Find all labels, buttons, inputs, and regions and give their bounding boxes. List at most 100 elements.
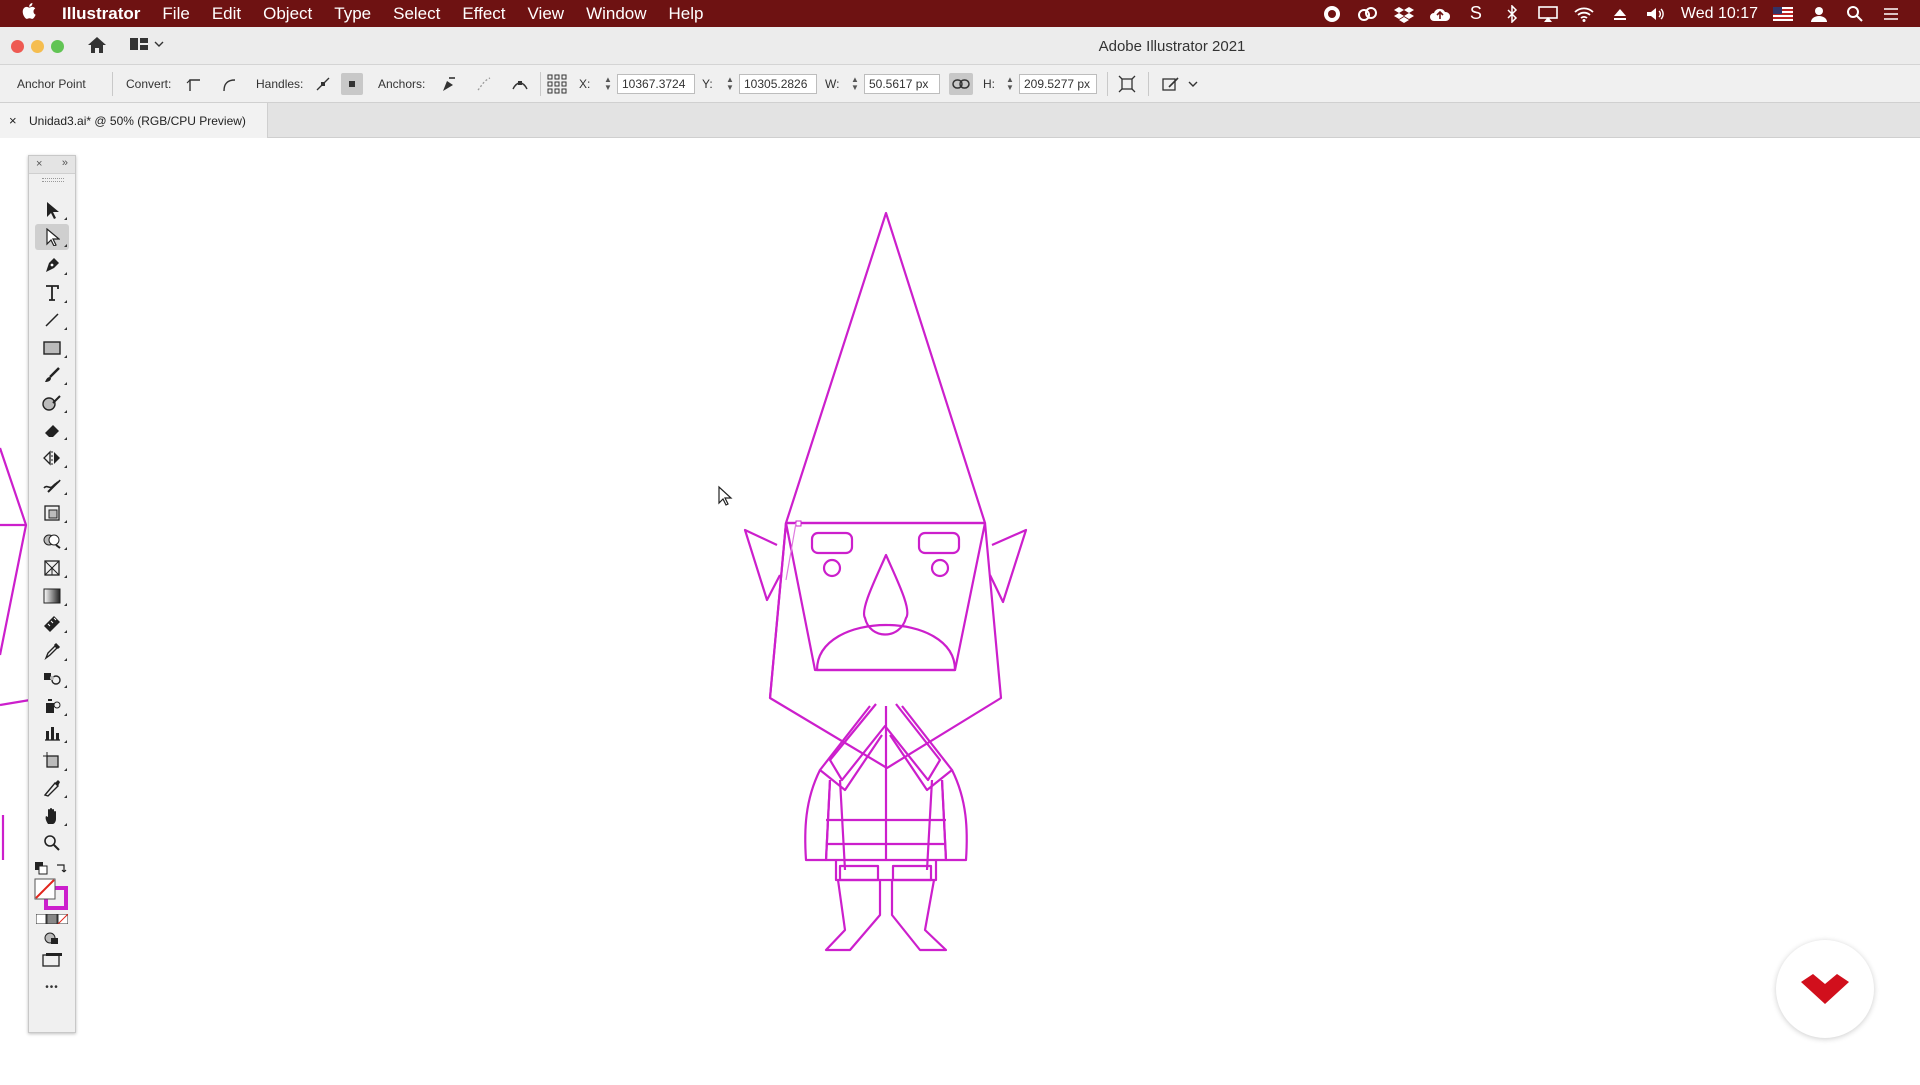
s-icon[interactable]: S [1465,3,1487,23]
measure-tool-icon[interactable] [35,610,69,636]
menu-file[interactable]: File [151,4,200,24]
perspective-grid-tool-icon[interactable] [35,555,69,581]
connect-path-icon [477,77,491,91]
color-mode-buttons[interactable] [36,914,68,924]
menu-effect[interactable]: Effect [451,4,516,24]
x-coordinate-field[interactable]: 10367.3724 [617,74,695,94]
graph-tool-icon[interactable] [35,720,69,746]
y-stepper[interactable]: ▲ ▼ [724,74,736,94]
rectangle-tool-icon[interactable] [35,335,69,361]
airplay-icon[interactable] [1537,5,1559,23]
free-transform-tool-icon[interactable] [35,500,69,526]
menu-select[interactable]: Select [382,4,451,24]
creative-cloud-icon[interactable] [1357,5,1379,23]
height-field[interactable]: 209.5277 px [1019,74,1097,94]
dropbox-icon[interactable] [1393,5,1415,23]
gradient-tool-icon[interactable] [35,583,69,609]
gnome-right-boot[interactable] [890,879,948,952]
reflect-tool-icon[interactable] [35,445,69,471]
gnome-left-lapel [818,705,883,792]
convert-to-smooth-button[interactable] [218,73,240,95]
cloud-upload-icon[interactable] [1429,5,1451,23]
gnome-right-eye[interactable] [917,531,961,555]
draw-mode-icon[interactable] [44,931,60,950]
menu-type[interactable]: Type [323,4,382,24]
y-coordinate-field[interactable]: 10305.2826 [739,74,817,94]
gnome-left-cheek[interactable] [822,558,842,578]
pen-tool-icon[interactable] [35,252,69,278]
selection-tool-icon[interactable] [35,197,69,223]
line-segment-tool-icon[interactable] [35,307,69,333]
gnome-left-eye[interactable] [810,531,854,555]
h-stepper[interactable]: ▲ ▼ [1004,74,1016,94]
gnome-left-ear[interactable] [743,528,781,602]
record-icon[interactable] [1321,5,1343,23]
wifi-icon[interactable] [1573,5,1595,23]
w-stepper[interactable]: ▲ ▼ [849,74,861,94]
close-tab-icon[interactable]: × [9,113,17,128]
volume-icon[interactable] [1645,5,1667,23]
artboard-tool-icon[interactable] [35,748,69,774]
gnome-right-ear[interactable] [989,528,1028,604]
document-tab[interactable]: × Unidad3.ai* @ 50% (RGB/CPU Preview) [0,103,268,138]
menubar-clock[interactable]: Wed 10:17 [1681,5,1758,23]
menu-app-name[interactable]: Illustrator [60,4,151,24]
bluetooth-icon[interactable] [1501,4,1523,23]
selected-anchor-point[interactable] [795,520,802,527]
hand-tool-icon[interactable] [35,803,69,829]
type-tool-icon[interactable] [35,280,69,306]
direct-selection-tool-icon[interactable] [35,224,69,250]
gnome-beard[interactable] [784,522,987,672]
width-field[interactable]: 50.5617 px [864,74,940,94]
close-panel-icon[interactable]: × [36,158,42,170]
slice-tool-icon[interactable] [35,775,69,801]
fill-stroke-swatch[interactable] [34,878,68,915]
convert-to-corner-button[interactable] [183,73,205,95]
tools-panel-header[interactable]: × » [29,156,75,174]
menu-help[interactable]: Help [658,4,715,24]
panel-grip[interactable] [42,178,64,182]
recolor-artwork-button[interactable] [1160,73,1182,95]
control-bar-menu-button[interactable] [1186,73,1200,95]
remove-anchor-button[interactable] [437,73,459,95]
shaper-tool-icon[interactable] [35,390,69,416]
gnome-right-cuff[interactable] [891,864,933,882]
eyedropper-tool-icon[interactable] [35,638,69,664]
expand-panel-icon[interactable]: » [62,157,68,169]
user-icon[interactable] [1808,5,1830,23]
color-gradient-none-icon[interactable] [36,914,68,924]
gnome-right-cheek[interactable] [930,558,950,578]
zoom-tool-icon[interactable] [35,830,69,856]
x-stepper[interactable]: ▲ ▼ [602,74,614,94]
reference-point-button[interactable] [546,73,568,95]
flag-icon[interactable] [1772,5,1794,23]
hide-handles-button[interactable] [341,73,363,95]
gnome-left-boot[interactable] [824,879,882,952]
warp-tool-icon[interactable] [35,472,69,498]
eraser-tool-icon[interactable] [35,417,69,443]
eject-icon[interactable] [1609,5,1631,23]
menu-window[interactable]: Window [575,4,657,24]
connect-anchors-button[interactable] [473,73,495,95]
blend-tool-icon[interactable] [35,665,69,691]
constrain-proportions-button[interactable] [949,73,973,95]
edit-toolbar-more-icon[interactable]: ••• [29,982,75,993]
gnome-hat[interactable] [784,211,987,525]
apple-menu-icon[interactable] [0,2,60,25]
menu-view[interactable]: View [517,4,576,24]
gnome-nose[interactable] [862,553,909,636]
artboard-canvas[interactable] [0,138,1920,1080]
gnome-mustache[interactable] [815,624,957,672]
symbol-sprayer-tool-icon[interactable] [35,693,69,719]
menu-edit[interactable]: Edit [201,4,252,24]
paintbrush-tool-icon[interactable] [35,362,69,388]
screen-mode-icon[interactable] [42,952,62,973]
isolate-object-button[interactable] [1116,73,1138,95]
spotlight-icon[interactable] [1844,5,1866,23]
shape-builder-tool-icon[interactable] [35,527,69,553]
cut-path-button[interactable] [509,73,531,95]
control-center-icon[interactable] [1880,5,1902,23]
gnome-artwork[interactable] [0,138,1920,1080]
show-handles-button[interactable] [312,73,334,95]
menu-object[interactable]: Object [252,4,323,24]
